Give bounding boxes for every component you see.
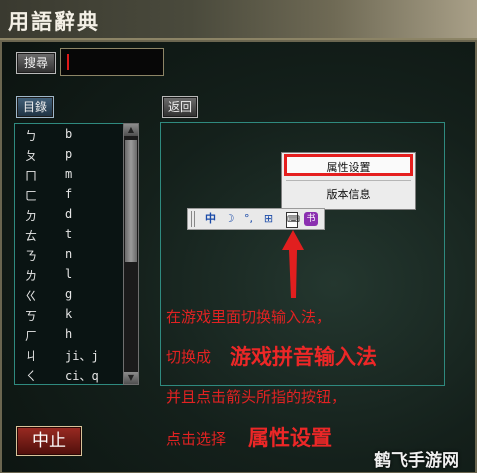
list-item[interactable]: ㄅb [15, 127, 123, 145]
list-item[interactable]: ㄌl [15, 267, 123, 285]
list-item[interactable]: ㄉd [15, 207, 123, 225]
list-item[interactable]: ㄊt [15, 227, 123, 245]
instruction-line-1: 在游戏里面切换输入法， [166, 308, 332, 326]
ime-toolbar: 中 ☽ °, ⊞ ⌨ 书 [187, 208, 325, 230]
menu-separator [286, 180, 411, 181]
index-button[interactable]: 目錄 [16, 96, 54, 118]
list-item[interactable]: ㄏh [15, 327, 123, 345]
instruction-line-4-prefix: 点击选择 [166, 430, 227, 448]
ime-context-menu: 属性设置 版本信息 [281, 152, 416, 210]
list-scrollbar[interactable]: ▲ ▼ [123, 123, 139, 385]
site-watermark: 鹤飞手游网 [374, 451, 459, 471]
dictionary-window: 用語辭典 搜尋 目錄 返回 ㄅb ㄆp ㄇm ㄈf ㄉd ㄊt ㄋn ㄌl ㄍg… [0, 0, 477, 473]
menu-item-properties[interactable]: 属性设置 [284, 154, 413, 176]
title-bar[interactable]: 用語辭典 [0, 0, 477, 40]
scroll-down-arrow-icon[interactable]: ▼ [124, 372, 138, 384]
scroll-up-arrow-icon[interactable]: ▲ [124, 124, 138, 136]
list-item[interactable]: ㄑ ci、q [15, 367, 123, 385]
chinese-mode-icon[interactable]: 中 [202, 211, 219, 227]
list-item[interactable]: ㄇm [15, 167, 123, 185]
soft-keyboard-icon[interactable]: ⊞ [260, 211, 277, 227]
search-button[interactable]: 搜尋 [16, 52, 56, 74]
list-item[interactable]: ㄋn [15, 247, 123, 265]
list-item[interactable]: ㄆp [15, 147, 123, 165]
bopomofo-list: ㄅb ㄆp ㄇm ㄈf ㄉd ㄊt ㄋn ㄌl ㄍg ㄎk ㄏh ㄐ ji、j ㄑ… [14, 123, 124, 385]
list-item[interactable]: ㄍg [15, 287, 123, 305]
red-arrow-icon [282, 230, 304, 298]
half-width-moon-icon[interactable]: ☽ [221, 211, 238, 227]
ime-settings-icon[interactable]: ⌨ [286, 212, 300, 228]
dictionary-book-icon[interactable]: 书 [304, 212, 318, 226]
text-cursor [67, 54, 69, 70]
search-input[interactable] [60, 48, 164, 76]
list-item[interactable]: ㄈf [15, 187, 123, 205]
instruction-line-2-emphasis: 游戏拼音输入法 [230, 345, 377, 369]
menu-item-version-info[interactable]: 版本信息 [284, 184, 413, 206]
scroll-thumb[interactable] [125, 140, 137, 262]
instruction-line-3: 并且点击箭头所指的按钮， [166, 388, 347, 406]
list-item[interactable]: ㄐ ji、j [15, 347, 123, 365]
toolbar-grip-icon[interactable] [191, 211, 197, 227]
punctuation-icon[interactable]: °, [240, 211, 257, 227]
instruction-line-4-emphasis: 属性设置 [248, 426, 332, 450]
instruction-line-2-prefix: 切换成 [166, 348, 212, 366]
stop-button[interactable]: 中止 [16, 426, 82, 456]
window-title: 用語辭典 [8, 9, 100, 34]
list-item[interactable]: ㄎk [15, 307, 123, 325]
back-button[interactable]: 返回 [162, 96, 198, 118]
